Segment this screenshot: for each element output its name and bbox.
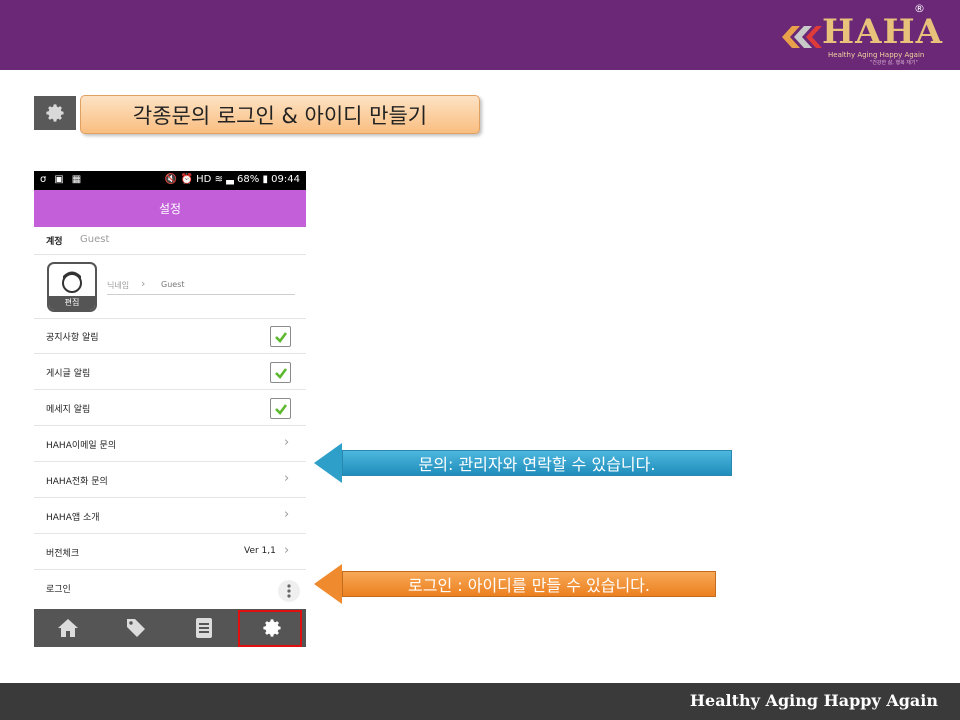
- app-intro-row[interactable]: HAHA앱 소개 ›: [34, 498, 306, 534]
- battery-percent: 68%: [237, 174, 260, 185]
- message-alert-row[interactable]: 메세지 알림: [34, 390, 306, 426]
- section-gear-badge: [34, 96, 76, 130]
- message-alert-label: 메세지 알림: [46, 405, 91, 415]
- login-callout-text: 로그인 : 아이디를 만들 수 있습니다.: [342, 570, 716, 597]
- profile-row: 편집 닉네임 › Guest: [34, 255, 306, 319]
- tag-icon: [127, 619, 145, 637]
- bottom-nav: [34, 609, 306, 647]
- chevron-right-icon: ›: [284, 543, 290, 558]
- phone-inquiry-row[interactable]: HAHA전화 문의 ›: [34, 462, 306, 498]
- haha-logo: HAHA ® Healthy Aging Happy Again "건강한 삶,…: [778, 2, 942, 66]
- version-check-label: 버전체크: [46, 549, 80, 559]
- app-intro-label: HAHA앱 소개: [46, 513, 100, 523]
- app-notification-icon: σ: [40, 174, 47, 185]
- account-value: Guest: [80, 234, 110, 245]
- check-icon: [274, 367, 287, 379]
- home-icon: [58, 619, 78, 637]
- nav-home[interactable]: [34, 609, 102, 647]
- callout-arrow-icon: [314, 442, 342, 483]
- list-icon: [196, 618, 212, 638]
- wifi-icon: ≋: [214, 174, 223, 185]
- message-alert-checkbox[interactable]: [270, 398, 291, 419]
- chevron-right-icon: ›: [284, 435, 290, 450]
- account-label: 계정: [46, 237, 63, 247]
- login-row[interactable]: 로그인: [34, 570, 306, 608]
- login-label: 로그인: [46, 585, 71, 595]
- nickname-underline: [107, 294, 295, 295]
- screenshot-icon: ▣: [54, 174, 64, 185]
- notice-alert-label: 공지사항 알림: [46, 333, 99, 343]
- email-inquiry-row[interactable]: HAHA이메일 문의 ›: [34, 426, 306, 462]
- logo-tagline: Healthy Aging Happy Again: [828, 51, 925, 59]
- slide-title: 각종문의 로그인 & 아이디 만들기: [80, 95, 480, 134]
- logo-wordmark: HAHA: [822, 12, 944, 52]
- nav-settings[interactable]: [238, 609, 306, 647]
- footer-text: Healthy Aging Happy Again: [689, 691, 938, 710]
- avatar[interactable]: 편집: [47, 262, 97, 312]
- email-inquiry-label: HAHA이메일 문의: [46, 441, 117, 451]
- top-banner: HAHA ® Healthy Aging Happy Again "건강한 삶,…: [0, 0, 960, 70]
- avatar-edit-label: 편집: [49, 296, 95, 310]
- gear-icon: [46, 104, 64, 122]
- nav-tag[interactable]: [102, 609, 170, 647]
- post-alert-checkbox[interactable]: [270, 362, 291, 383]
- signal-icon: ▃: [226, 174, 234, 185]
- status-time: 09:44: [271, 174, 300, 185]
- nickname-value[interactable]: Guest: [161, 280, 185, 289]
- nickname-label: 닉네임: [107, 281, 130, 290]
- nav-list[interactable]: [170, 609, 238, 647]
- logo-subtagline: "건강한 삶, 행복 재기": [870, 60, 918, 66]
- chevron-right-icon: ›: [284, 507, 290, 522]
- app-header: 설정: [34, 190, 306, 227]
- chevron-right-icon: ›: [284, 471, 290, 486]
- app-title: 설정: [158, 202, 182, 216]
- registered-mark: ®: [914, 2, 925, 15]
- notice-alert-row[interactable]: 공지사항 알림: [34, 318, 306, 354]
- version-value: Ver 1,1: [244, 546, 276, 556]
- gallery-icon: ▦: [71, 174, 82, 185]
- check-icon: [274, 331, 287, 343]
- version-check-row[interactable]: 버전체크 Ver 1,1 ›: [34, 534, 306, 570]
- post-alert-row[interactable]: 게시글 알림: [34, 354, 306, 390]
- more-vertical-icon: [287, 584, 291, 598]
- post-alert-label: 게시글 알림: [46, 369, 91, 379]
- footer-bar: Healthy Aging Happy Again: [0, 683, 960, 720]
- phone-screenshot: σ ▣ ▦ 🔇 ⏰ HD ≋ ▃ 68% ▮ 09:44 설정 계정 Guest: [34, 171, 306, 647]
- more-options-button[interactable]: [278, 580, 300, 602]
- status-bar: σ ▣ ▦ 🔇 ⏰ HD ≋ ▃ 68% ▮ 09:44: [34, 171, 306, 190]
- inquiry-callout-text: 문의: 관리자와 연락할 수 있습니다.: [342, 449, 732, 476]
- alarm-icon: ⏰: [180, 174, 193, 185]
- status-right: 🔇 ⏰ HD ≋ ▃ 68% ▮ 09:44: [165, 174, 300, 185]
- phone-inquiry-label: HAHA전화 문의: [46, 477, 108, 487]
- check-icon: [274, 403, 287, 415]
- inquiry-callout: 문의: 관리자와 연락할 수 있습니다.: [314, 442, 732, 483]
- battery-icon: ▮: [262, 174, 268, 185]
- hd-icon: HD: [196, 174, 212, 185]
- settings-highlight-box: [238, 610, 302, 647]
- notice-alert-checkbox[interactable]: [270, 326, 291, 347]
- chevron-right-icon: ›: [141, 277, 146, 290]
- logo-mark-icon: [782, 26, 822, 48]
- callout-arrow-icon: [314, 563, 342, 604]
- mute-icon: 🔇: [164, 174, 178, 185]
- account-row: 계정 Guest: [34, 227, 306, 255]
- status-left-icons: σ ▣ ▦: [40, 174, 81, 185]
- login-callout: 로그인 : 아이디를 만들 수 있습니다.: [314, 563, 716, 604]
